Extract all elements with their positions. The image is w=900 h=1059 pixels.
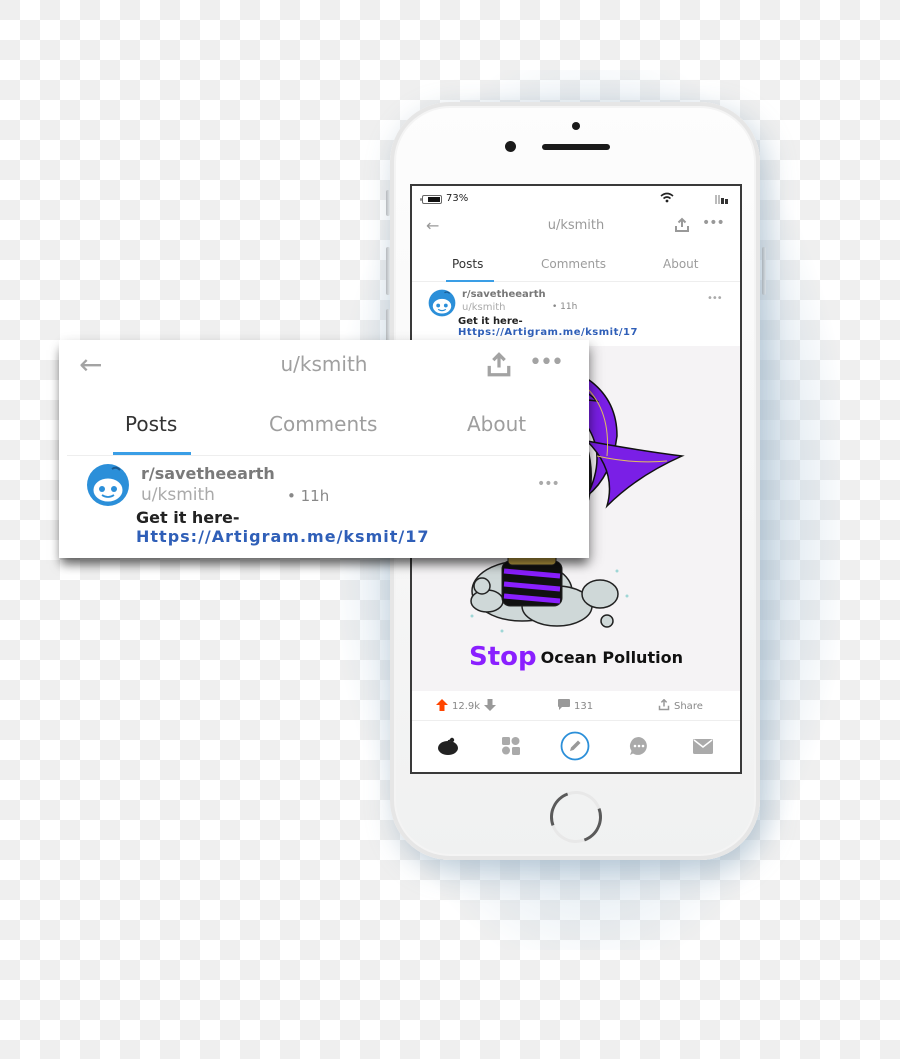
- status-bar: 73%: [412, 192, 740, 208]
- more-options-icon[interactable]: •••: [702, 215, 725, 231]
- comment-count: 131: [574, 700, 594, 712]
- post-body-text: Get it here-: [458, 316, 523, 327]
- post-body-text: Get it here-: [136, 508, 240, 527]
- subreddit-avatar-icon[interactable]: [86, 463, 130, 507]
- share-icon: [658, 698, 670, 714]
- subreddit-name[interactable]: r/savetheearth: [462, 289, 546, 300]
- comments-button[interactable]: 131: [558, 699, 593, 713]
- post-author[interactable]: u/ksmith: [462, 302, 506, 313]
- home-reddit-icon[interactable]: [433, 731, 463, 761]
- caption-text: Ocean Pollution: [540, 647, 683, 667]
- create-post-pencil-icon[interactable]: [560, 731, 590, 761]
- caption-highlight: Stop: [469, 642, 537, 672]
- wifi-icon: [660, 192, 674, 206]
- more-options-icon[interactable]: •••: [529, 350, 564, 375]
- profile-title: u/ksmith: [547, 218, 605, 233]
- downvote-icon[interactable]: [484, 699, 497, 714]
- tab-posts[interactable]: Posts: [125, 412, 177, 436]
- subreddit-name[interactable]: r/savetheearth: [141, 464, 275, 483]
- battery-icon: [420, 195, 442, 204]
- share-button[interactable]: Share: [658, 698, 703, 714]
- active-tab-indicator: [446, 280, 494, 282]
- post-actions: 12.9k 131 Share: [412, 691, 740, 721]
- power-button: [762, 247, 766, 295]
- upvote-icon[interactable]: [436, 699, 448, 714]
- bottom-navigation: [412, 723, 740, 772]
- inbox-mail-icon[interactable]: [688, 731, 718, 761]
- profile-header: ← u/ksmith •••: [412, 214, 740, 240]
- front-camera: [505, 141, 516, 152]
- post-more-icon[interactable]: •••: [707, 293, 723, 304]
- zoomed-profile-card: ← u/ksmith ••• Posts Comments About r/sa…: [59, 340, 589, 558]
- tab-posts[interactable]: Posts: [452, 257, 483, 271]
- tab-about[interactable]: About: [467, 412, 526, 436]
- post-author[interactable]: u/ksmith: [141, 485, 215, 505]
- post-link[interactable]: Https://Artigram.me/ksmit/17: [136, 527, 430, 546]
- comment-icon: [558, 699, 570, 713]
- post-link[interactable]: Https://Artigram.me/ksmit/17: [458, 327, 638, 338]
- tab-comments[interactable]: Comments: [269, 412, 377, 436]
- profile-tabs: Posts Comments About: [412, 252, 740, 282]
- signal-icon: [715, 194, 728, 204]
- post-header[interactable]: r/savetheearth u/ksmith • 11h ••• Get it…: [412, 286, 740, 346]
- battery-percent: 73%: [446, 193, 469, 204]
- share-icon[interactable]: [485, 352, 513, 382]
- chat-icon[interactable]: [624, 731, 654, 761]
- active-tab-indicator: [113, 452, 191, 455]
- tab-comments[interactable]: Comments: [541, 257, 606, 271]
- post-age: • 11h: [287, 487, 330, 505]
- post-more-icon[interactable]: •••: [537, 476, 560, 492]
- profile-tabs: Posts Comments About: [67, 400, 581, 456]
- vote-group: 12.9k: [436, 699, 497, 714]
- communities-grid-icon[interactable]: [496, 731, 526, 761]
- earpiece-speaker: [542, 144, 610, 150]
- post-age: • 11h: [552, 302, 578, 312]
- share-label: Share: [674, 701, 703, 712]
- image-caption: Stop Ocean Pollution: [412, 642, 740, 672]
- subreddit-avatar-icon[interactable]: [428, 289, 456, 317]
- tab-about[interactable]: About: [663, 257, 698, 271]
- proximity-sensor: [572, 122, 580, 130]
- vote-count: 12.9k: [452, 701, 481, 712]
- share-icon[interactable]: [674, 217, 690, 237]
